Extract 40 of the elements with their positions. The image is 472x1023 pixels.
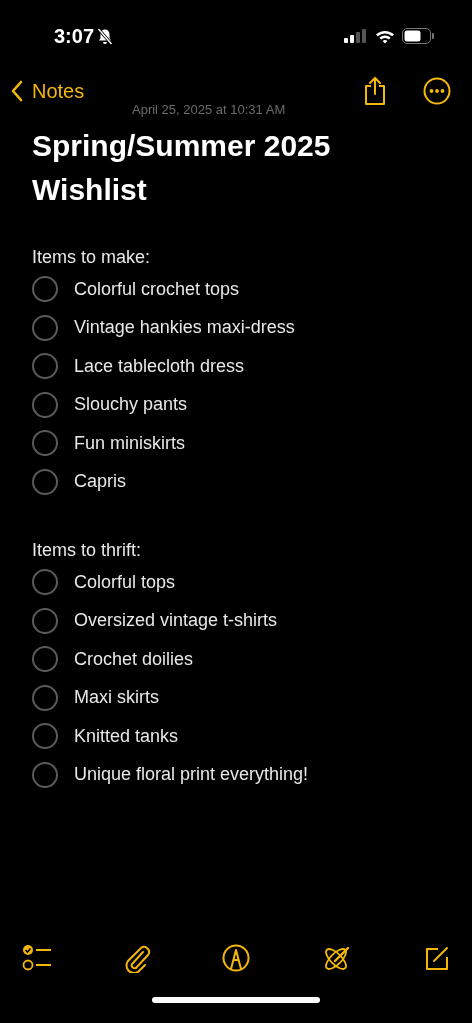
checkbox[interactable] — [32, 723, 58, 750]
compose-icon[interactable] — [424, 945, 450, 971]
clock-time: 3:07 — [54, 24, 95, 49]
checklist-item: Vintage hankies maxi-dress — [74, 316, 295, 340]
share-icon[interactable] — [363, 76, 387, 106]
checkbox[interactable] — [32, 761, 58, 788]
checklist-item: Colorful tops — [74, 570, 176, 594]
note-date: April 25, 2025 at 10:31 AM — [132, 101, 286, 119]
checkbox[interactable] — [32, 276, 58, 303]
checklist-item: Maxi skirts — [74, 686, 159, 710]
checkbox[interactable] — [32, 353, 58, 380]
checklist-item: Slouchy pants — [74, 393, 188, 417]
checklist-item: Colorful crochet tops — [74, 277, 240, 301]
checkbox[interactable] — [32, 314, 58, 341]
signal-icon — [344, 29, 368, 43]
note-title: Spring/Summer 2025 Wishlist — [32, 128, 332, 208]
checklist-item: Knitted tanks — [74, 724, 179, 748]
checklist-item: Lace tablecloth dress — [74, 354, 245, 378]
checklist-item: Oversized vintage t-shirts — [74, 609, 278, 633]
checklist-item: Fun miniskirts — [74, 431, 185, 455]
wifi-icon — [375, 28, 395, 44]
battery-icon — [402, 28, 434, 44]
section-heading: Items to make: — [32, 246, 152, 269]
chevron-left-icon — [10, 80, 24, 102]
checklist-item: Crochet doilies — [74, 647, 194, 671]
section-heading: Items to thrift: — [32, 539, 143, 562]
checkbox[interactable] — [32, 646, 58, 673]
checklist-icon[interactable] — [22, 944, 52, 972]
checklist-item: Capris — [74, 470, 126, 494]
checkbox[interactable] — [32, 607, 58, 634]
checkbox[interactable] — [32, 569, 58, 596]
checkbox[interactable] — [32, 468, 58, 495]
checklist-item: Unique floral print everything! — [74, 763, 309, 787]
checkbox[interactable] — [32, 684, 58, 711]
back-button[interactable]: Notes — [10, 76, 85, 106]
more-icon[interactable] — [423, 77, 451, 105]
paperclip-icon[interactable] — [123, 943, 151, 973]
pen-tip-icon[interactable] — [222, 944, 250, 972]
checkbox[interactable] — [32, 430, 58, 457]
checkbox[interactable] — [32, 391, 58, 418]
